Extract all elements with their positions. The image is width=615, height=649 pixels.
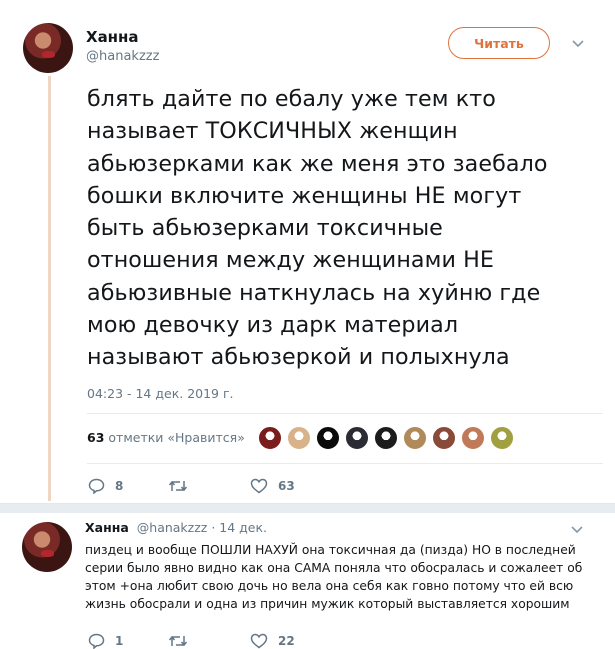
divider [87,413,603,414]
author-name[interactable]: Ханна [86,28,139,46]
reply-text: пиздец и вообще ПОШЛИ НАХУЙ она токсична… [85,543,583,611]
reply-icon [88,633,105,649]
heart-icon [250,478,268,494]
reply-button[interactable]: 8 [88,478,168,494]
heart-icon [250,633,268,649]
liker-avatar[interactable] [461,426,485,450]
reply-header: Ханна @hanakzzz · 14 дек. [85,520,267,535]
divider [87,463,603,464]
likes-summary[interactable]: 63 отметки «Нравится» [87,430,245,445]
thread-line [48,76,51,501]
likes-label: отметки «Нравится» [108,430,245,445]
timestamp[interactable]: 04:23 - 14 дек. 2019 г. [87,386,234,401]
section-divider [0,503,615,513]
liker-avatar[interactable] [345,426,369,450]
liker-avatar[interactable] [432,426,456,450]
likes-count: 63 [87,430,105,445]
like-button[interactable]: 22 [250,633,295,649]
reply-author-handle[interactable]: @hanakzzz [137,520,208,535]
reply-icon [88,478,105,494]
tweet-text: блять дайте по ебалу уже тем кто называе… [87,86,548,371]
author-handle[interactable]: @hanakzzz [86,49,159,64]
like-button[interactable]: 63 [250,478,295,494]
reply-button[interactable]: 1 [88,633,168,649]
reply-avatar[interactable] [22,522,72,572]
reply-actions: 1 22 [88,633,295,649]
reply-author-name[interactable]: Ханна [85,520,129,535]
reply-count: 8 [115,479,124,493]
chevron-down-icon[interactable] [572,38,584,51]
liker-avatar[interactable] [374,426,398,450]
avatar[interactable] [23,23,73,73]
retweet-icon [168,479,188,493]
liker-avatar[interactable] [258,426,282,450]
retweet-button[interactable] [168,479,250,493]
like-count: 63 [278,479,295,493]
liker-avatar[interactable] [316,426,340,450]
chevron-down-icon[interactable] [571,524,583,537]
follow-button[interactable]: Читать [448,27,550,59]
liker-avatar[interactable] [403,426,427,450]
tweet-actions: 8 63 [88,478,295,494]
liker-avatar[interactable] [490,426,514,450]
reply-date[interactable]: · 14 дек. [211,520,267,535]
liker-avatar[interactable] [287,426,311,450]
